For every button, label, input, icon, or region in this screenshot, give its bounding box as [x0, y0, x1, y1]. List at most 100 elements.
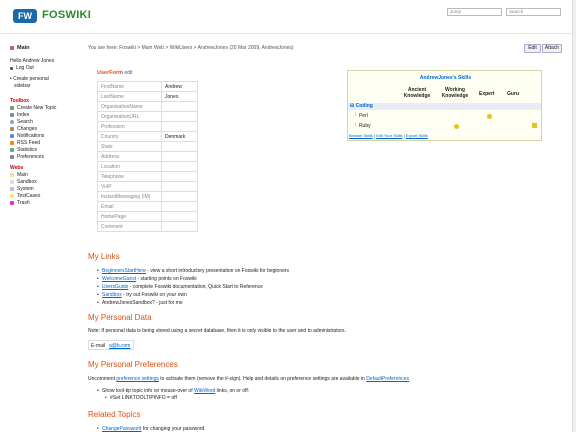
toolbox-heading: Toolbox — [10, 98, 30, 104]
list-item: ChangePassword for changing your passwor… — [97, 426, 204, 432]
web-main-icon — [10, 172, 14, 177]
jump-input[interactable]: Jump — [447, 8, 502, 16]
related-heading: Related Topics — [88, 410, 141, 419]
edit-button[interactable]: Edit — [524, 44, 541, 53]
table-row: Profession — [97, 121, 198, 132]
breadcrumb-main-web[interactable]: Main Web — [142, 45, 164, 51]
sidebar-web-sandbox[interactable]: Sandbox — [10, 179, 37, 185]
list-item: AndrewJonesSandbox? - just for me — [97, 300, 183, 306]
breadcrumb-current: AndrewJones (20 Mar 2009, AndrewJones) — [197, 45, 294, 51]
userform-table: FirstName Andrew LastName Jones Organisati… — [97, 81, 198, 232]
star-icon — [487, 114, 492, 121]
col-ancient: Ancient Knowledge — [403, 87, 431, 99]
attach-button[interactable]: Attach — [542, 44, 562, 53]
list-item: UsersGuide - complete Foswiki documentat… — [97, 284, 263, 290]
sidebar-main[interactable]: Main — [10, 45, 30, 51]
foswiki-logo-text[interactable]: FOSWIKI — [42, 8, 91, 22]
sidebar-web-main[interactable]: Main — [10, 172, 28, 178]
search-input[interactable]: Search — [506, 8, 561, 16]
table-row: OrganisationURL — [97, 111, 198, 122]
table-row: Country Denmark — [97, 131, 198, 142]
category-coding[interactable]: ⊟ Coding — [350, 103, 373, 109]
userform-title: UserForm edit — [97, 70, 133, 76]
skill-ruby: └ Ruby — [354, 123, 371, 129]
list-item: BeginnersStartHere - view a short introd… — [97, 268, 289, 274]
skills-footer: Browse Skills | Edit Your Skills | Expor… — [349, 133, 428, 138]
foswiki-logo[interactable]: FW — [13, 9, 37, 23]
skills-box: AndrewJones's Skills Ancient Knowledge Wo… — [347, 70, 542, 141]
index-icon — [10, 112, 14, 117]
search-icon — [10, 119, 14, 124]
main-content: You are here: Foswiki > Main Web > WikiU… — [88, 38, 572, 432]
change-password-link[interactable]: ChangePassword — [102, 426, 141, 432]
sidebar-web-system[interactable]: System — [10, 186, 34, 192]
sidebar: Main Hello Andrew Jones Log Out • Create… — [0, 38, 80, 432]
table-row: Comment — [97, 221, 198, 232]
wrench-icon — [10, 154, 14, 159]
sidebar-item-statistics[interactable]: Statistics — [10, 147, 37, 153]
statistics-icon — [10, 147, 14, 152]
new-topic-icon — [10, 105, 14, 110]
rss-icon — [10, 140, 14, 145]
preference-settings-link[interactable]: preference settings — [116, 376, 159, 382]
table-row: Location — [97, 161, 198, 172]
logout-icon — [10, 66, 13, 70]
scrollbar[interactable] — [572, 0, 576, 432]
table-row: Telephone — [97, 171, 198, 182]
email-link[interactable]: a@b.com — [109, 343, 130, 349]
personal-heading: My Personal Data — [88, 313, 152, 322]
notify-icon — [10, 133, 14, 138]
prefs-intro: Uncomment preference settings to activat… — [88, 376, 410, 382]
sidebar-item-changes[interactable]: Changes — [10, 126, 37, 132]
list-item: #Set LINKTOOLTIPINFO = off — [105, 395, 177, 401]
web-trash-icon — [10, 200, 14, 205]
table-row: HomePage — [97, 211, 198, 222]
browse-skills-link[interactable]: Browse Skills — [349, 133, 373, 138]
table-row: InstantMessaging (IM) — [97, 191, 198, 202]
email-table: E-mail a@b.com — [88, 340, 134, 350]
mylinks-heading: My Links — [88, 252, 120, 261]
webs-heading: Webs — [10, 165, 24, 171]
export-skills-link[interactable]: Export Skills — [406, 133, 428, 138]
col-working: Working Knowledge — [441, 87, 469, 99]
table-row: OrganisationName — [97, 101, 198, 112]
sidebar-web-trash[interactable]: Trash — [10, 200, 30, 206]
userform-edit-link[interactable]: edit — [125, 70, 133, 76]
web-system-icon — [10, 186, 14, 191]
sidebar-item-preferences[interactable]: Preferences — [10, 154, 44, 160]
sidebar-web-testcases[interactable]: TestCases — [10, 193, 40, 199]
breadcrumb-wikiusers[interactable]: WikiUsers — [170, 45, 193, 51]
table-row: LastName Jones — [97, 91, 198, 102]
skill-perl: └ Perl — [354, 113, 368, 119]
table-row: Address — [97, 151, 198, 162]
category-row — [348, 103, 541, 110]
comment-icon[interactable] — [532, 123, 537, 128]
default-preferences-link[interactable]: DefaultPreferences — [366, 376, 409, 382]
sidebar-create-personal-2[interactable]: sidebar — [14, 83, 30, 89]
wikiword-link[interactable]: WikiWord — [194, 388, 215, 394]
star-icon — [454, 124, 459, 131]
sidebar-item-notifications[interactable]: Notifications — [10, 133, 44, 139]
skills-title[interactable]: AndrewJones's Skills — [348, 75, 543, 81]
web-sandbox-icon — [10, 179, 14, 184]
table-row: State — [97, 141, 198, 152]
header-bar: FW FOSWIKI Jump Search — [0, 0, 576, 34]
sidebar-logout[interactable]: Log Out — [10, 65, 34, 71]
edit-skills-link[interactable]: Edit Your Skills — [376, 133, 402, 138]
sidebar-item-create-topic[interactable]: Create New Topic — [10, 105, 56, 111]
breadcrumb: You are here: Foswiki > Main Web > WikiU… — [88, 45, 294, 51]
list-item: Sandbox - try out Foswiki on your own — [97, 292, 187, 298]
sidebar-item-search[interactable]: Search — [10, 119, 33, 125]
sidebar-create-personal[interactable]: • Create personal — [10, 76, 49, 82]
col-guru: Guru — [507, 91, 519, 97]
home-icon — [10, 45, 14, 50]
sidebar-hello: Hello Andrew Jones — [10, 58, 55, 64]
list-item: WelcomeGuest - starting points on Foswik… — [97, 276, 197, 282]
sidebar-item-index[interactable]: Index — [10, 112, 29, 118]
prefs-heading: My Personal Preferences — [88, 360, 178, 369]
breadcrumb-foswiki[interactable]: Foswiki — [119, 45, 136, 51]
sidebar-item-rss[interactable]: RSS Feed — [10, 140, 40, 146]
list-item: Show tool-tip topic info on mouse-over o… — [97, 388, 249, 394]
table-row: VoIP — [97, 181, 198, 192]
table-row: FirstName Andrew — [97, 81, 198, 92]
